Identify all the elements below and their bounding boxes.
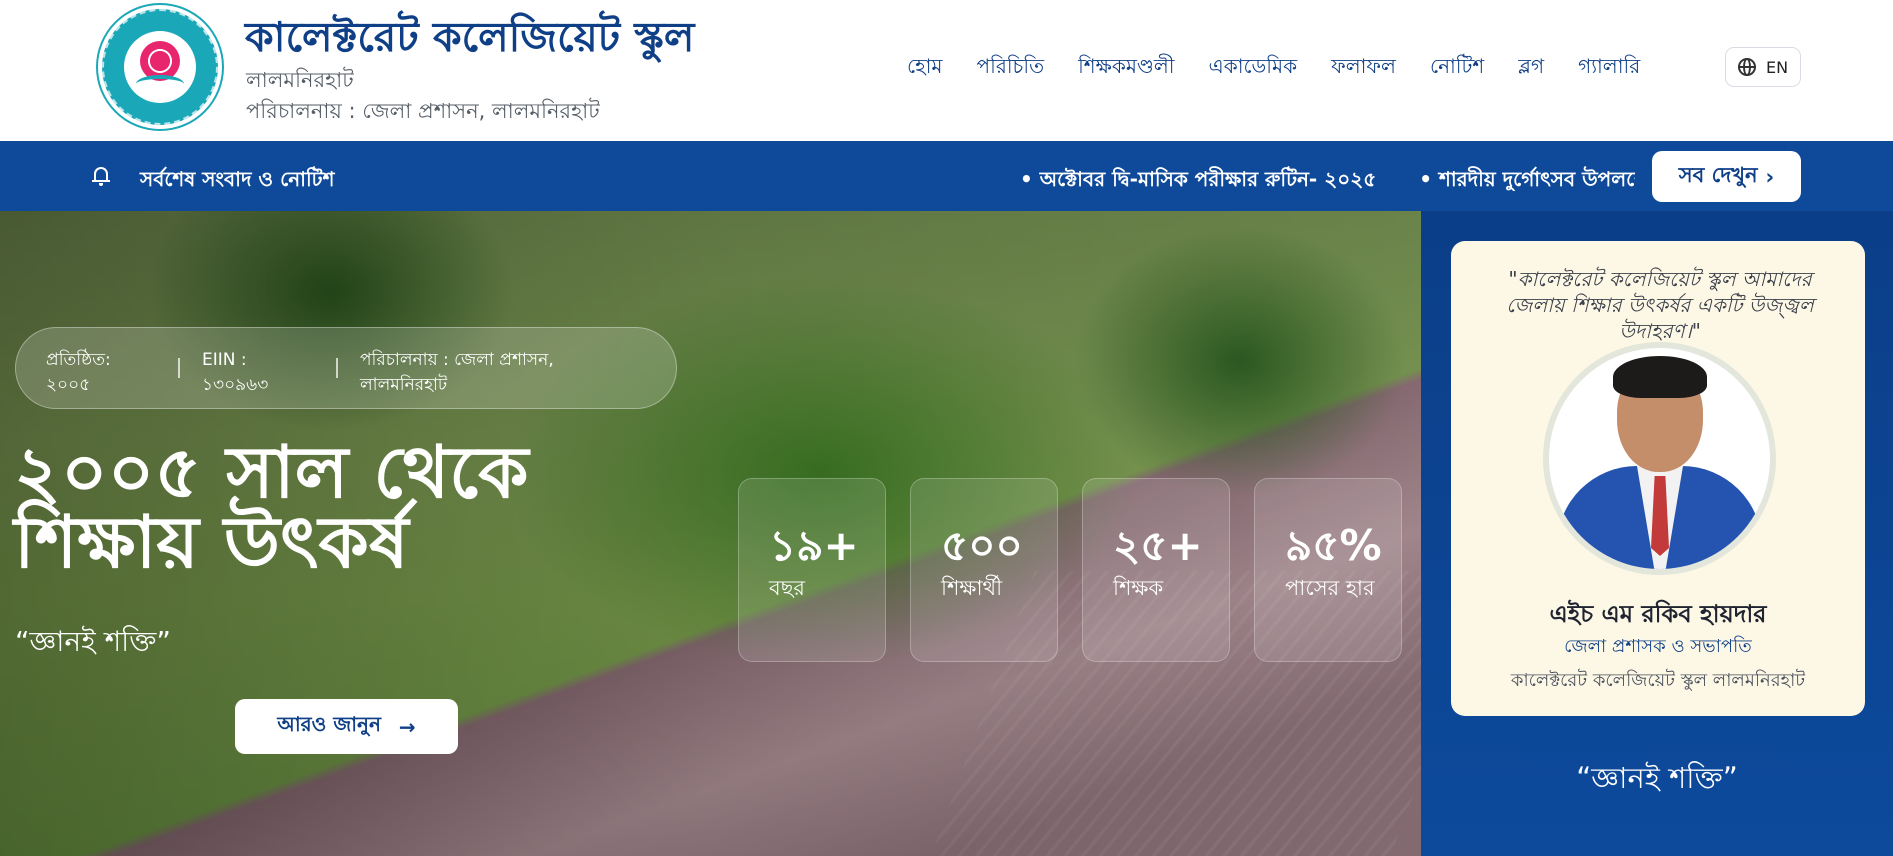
info-divider — [178, 358, 180, 378]
hero-motto: “জ্ঞানই শক্তি” — [15, 625, 171, 658]
hero-title-line1: ২০০৫ সাল থেকে — [14, 430, 529, 514]
chevron-right-icon: › — [1765, 164, 1775, 189]
main-nav: হোম পরিচিতি শিক্ষকমণ্ডলী একাডেমিক ফলাফল … — [890, 52, 1657, 82]
nav-item-academic[interactable]: একাডেমিক — [1192, 52, 1315, 82]
notice-item[interactable]: • অক্টোবর দ্বি-মাসিক পরীক্ষার রুটিন- ২০২… — [1020, 165, 1376, 191]
side-motto: “জ্ঞানই শক্তি” — [1576, 761, 1738, 795]
notice-title: সর্বশেষ সংবাদ ও নোটিশ — [140, 167, 335, 191]
chairman-quote: "কালেক্টরেট কলেজিয়েট স্কুল আমাদের জেলায… — [1506, 267, 1814, 343]
stat-card-years: ১৯+ বছর — [738, 478, 886, 662]
stat-label: শিক্ষার্থী — [941, 576, 1003, 600]
nav-item-results[interactable]: ফলাফল — [1314, 52, 1413, 82]
chairman-photo — [1543, 342, 1776, 575]
language-toggle-button[interactable]: EN — [1725, 47, 1801, 87]
nav-item-home[interactable]: হোম — [890, 52, 960, 82]
chairman-organization: কালেক্টরেট কলেজিয়েট স্কুল লালমনিরহাট — [1510, 670, 1806, 691]
see-all-label: সব দেখুন — [1678, 163, 1758, 187]
language-label: EN — [1765, 57, 1789, 77]
chairman-name: এইচ এম রকিব হায়দার — [1549, 600, 1767, 628]
learn-more-label: আরও জানুন — [277, 712, 381, 736]
stat-label: শিক্ষক — [1113, 576, 1164, 600]
arrow-right-icon: → — [398, 714, 416, 739]
nav-item-teachers[interactable]: শিক্ষকমণ্ডলী — [1061, 52, 1191, 82]
hero-title: ২০০৫ সাল থেকে শিক্ষায় উৎকর্ষ — [14, 430, 529, 584]
school-logo-icon[interactable] — [98, 5, 222, 129]
stat-label: বছর — [769, 576, 805, 600]
nav-item-gallery[interactable]: গ্যালারি — [1561, 52, 1657, 82]
notice-item[interactable]: • শারদীয় দুর্গোৎসব উপলক্ষে — [1419, 165, 1635, 191]
school-management: পরিচালনায় : জেলা প্রশাসন, লালমনিরহাট — [246, 99, 600, 123]
notice-bar: সর্বশেষ সংবাদ ও নোটিশ • অক্টোবর দ্বি-মাস… — [0, 141, 1893, 211]
eiin-info: EIIN : ১৩০৯৬৩ — [202, 350, 269, 395]
hero-title-line2: শিক্ষায় উৎকর্ষ — [14, 500, 409, 584]
globe-icon — [1737, 58, 1756, 76]
notice-ticker: • অক্টোবর দ্বি-মাসিক পরীক্ষার রুটিন- ২০২… — [1020, 165, 1635, 191]
school-location: লালমনিরহাট — [246, 68, 354, 92]
chairman-role: জেলা প্রশাসক ও সভাপতি — [1564, 636, 1752, 657]
stat-label: পাসের হার — [1285, 576, 1375, 600]
learn-more-button[interactable]: আরও জানুন → — [235, 699, 458, 754]
stat-card-students: ৫০০ শিক্ষার্থী — [910, 478, 1058, 662]
nav-item-notice[interactable]: নোটিশ — [1413, 52, 1501, 82]
logo-emblem — [124, 31, 196, 103]
info-divider — [336, 358, 338, 378]
site-header: কালেক্টরেট কলেজিয়েট স্কুল লালমনিরহাট পর… — [0, 0, 1893, 141]
bell-icon — [92, 165, 110, 187]
info-pill: প্রতিষ্ঠিত: ২০০৫ EIIN : ১৩০৯৬৩ পরিচালনায… — [15, 327, 677, 409]
established-info: প্রতিষ্ঠিত: ২০০৫ — [46, 350, 111, 395]
see-all-button[interactable]: সব দেখুন › — [1652, 151, 1801, 202]
stat-card-teachers: ২৫+ শিক্ষক — [1082, 478, 1230, 662]
stat-card-pass-rate: ৯৫% পাসের হার — [1254, 478, 1402, 662]
nav-item-about[interactable]: পরিচিতি — [960, 52, 1062, 82]
nav-item-blog[interactable]: ব্লগ — [1501, 52, 1561, 82]
management-info: পরিচালনায় : জেলা প্রশাসন, লালমনিরহাট — [360, 350, 554, 395]
logo-book-icon — [136, 75, 184, 93]
